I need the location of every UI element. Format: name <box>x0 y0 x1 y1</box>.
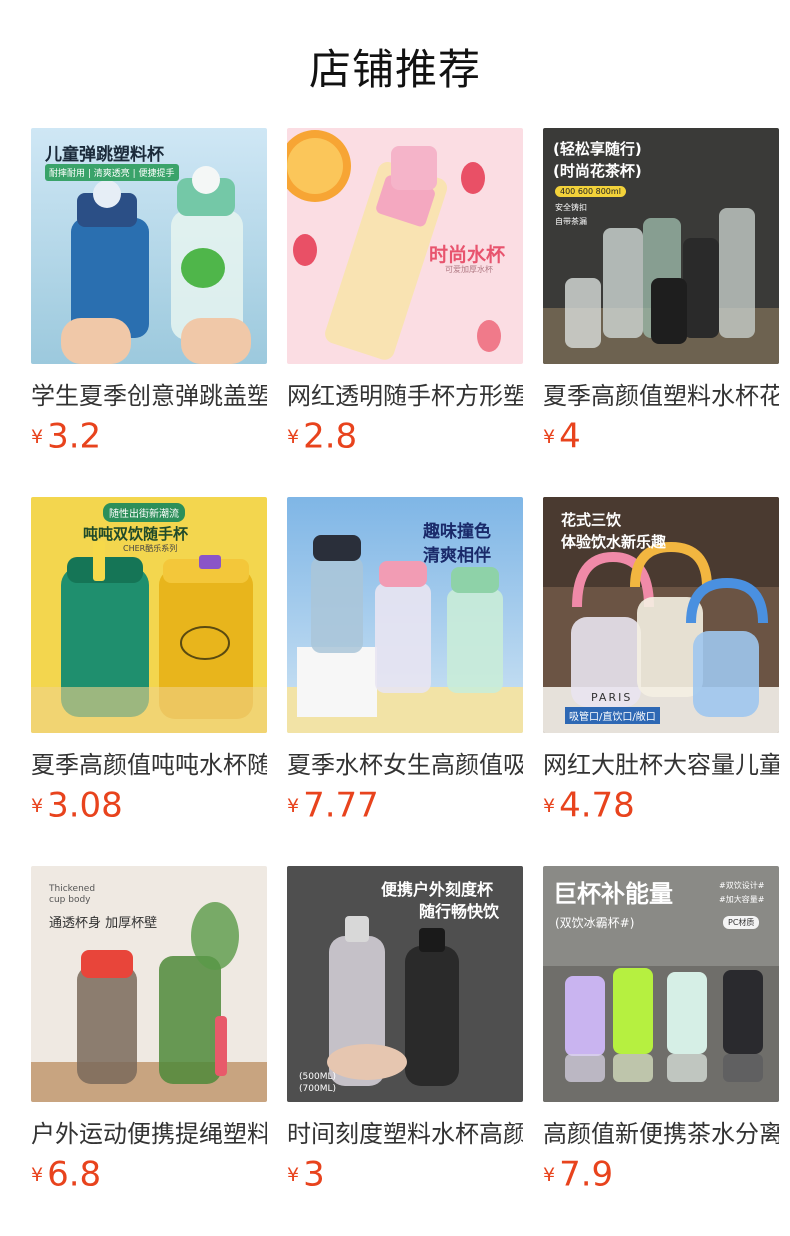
product-price: ¥6.8 <box>31 1154 267 1195</box>
currency-symbol: ¥ <box>543 425 556 448</box>
image-caption: (轻松享随行) <box>553 140 642 158</box>
product-card[interactable]: 儿童弹跳塑料杯 耐摔耐用 | 清爽透亮 | 便捷提手 学生夏季创意弹跳盖塑料杯 … <box>31 128 267 484</box>
material-badge: PC材质 <box>723 916 760 929</box>
product-name[interactable]: 时间刻度塑料水杯高颜值 <box>287 1116 523 1152</box>
price-value: 4.78 <box>559 785 635 826</box>
product-grid: 儿童弹跳塑料杯 耐摔耐用 | 清爽透亮 | 便捷提手 学生夏季创意弹跳盖塑料杯 … <box>31 128 779 1222</box>
product-name[interactable]: 夏季高颜值塑料水杯花茶杯 <box>543 378 779 414</box>
image-tagline: 可爱加厚水杯 <box>445 265 493 274</box>
image-caption-2: 随行畅快饮 <box>419 902 500 921</box>
currency-symbol: ¥ <box>287 425 300 448</box>
price-value: 3 <box>303 1154 325 1195</box>
product-price: ¥4.78 <box>543 785 779 826</box>
currency-symbol: ¥ <box>543 1163 556 1186</box>
product-name[interactable]: 夏季水杯女生高颜值吸管杯 <box>287 747 523 783</box>
image-caption: 通透杯身 加厚杯壁 <box>49 916 158 931</box>
image-caption: 趣味撞色 <box>423 522 491 542</box>
price-value: 4 <box>559 416 581 457</box>
product-image[interactable]: 儿童弹跳塑料杯 耐摔耐用 | 清爽透亮 | 便捷提手 <box>31 128 267 364</box>
product-price: ¥7.9 <box>543 1154 779 1195</box>
product-card[interactable]: 时尚水杯 可爱加厚水杯 网红透明随手杯方形塑料杯 ¥2.8 <box>287 128 523 484</box>
price-value: 7.77 <box>303 785 379 826</box>
product-image[interactable]: 便携户外刻度杯 随行畅快饮 (500ML) (700ML) <box>287 866 523 1102</box>
price-value: 3.2 <box>47 416 102 457</box>
brand-text: PARIS <box>591 691 633 704</box>
product-card[interactable]: 随性出街新潮流 吨吨双饮随手杯 CHER酷乐系列 夏季高颜值吨吨水杯随手杯 ¥3… <box>31 497 267 853</box>
image-subcaption: CHER酷乐系列 <box>123 544 178 553</box>
page-title: 店铺推荐 <box>308 45 481 94</box>
image-caption: 花式三饮 <box>561 511 622 529</box>
image-tag: #双饮设计# <box>719 881 765 890</box>
product-name[interactable]: 学生夏季创意弹跳盖塑料杯 <box>31 378 267 414</box>
image-caption: 儿童弹跳塑料杯 <box>45 145 164 165</box>
product-image[interactable]: 时尚水杯 可爱加厚水杯 <box>287 128 523 364</box>
capacity-label: (500ML) <box>299 1072 336 1082</box>
capacity-label: (700ML) <box>299 1084 336 1094</box>
product-price: ¥7.77 <box>287 785 523 826</box>
currency-symbol: ¥ <box>31 425 44 448</box>
image-subcaption: (双饮冰霸杯#) <box>555 916 635 930</box>
product-name[interactable]: 网红透明随手杯方形塑料杯 <box>287 378 523 414</box>
product-card[interactable]: 便携户外刻度杯 随行畅快饮 (500ML) (700ML) 时间刻度塑料水杯高颜… <box>287 866 523 1222</box>
image-tagline: 耐摔耐用 | 清爽透亮 | 便捷提手 <box>45 164 179 181</box>
image-tagline: 随性出街新潮流 <box>103 503 185 522</box>
currency-symbol: ¥ <box>543 794 556 817</box>
currency-symbol: ¥ <box>287 794 300 817</box>
image-caption: 便携户外刻度杯 <box>381 880 494 899</box>
product-price: ¥2.8 <box>287 416 523 457</box>
image-caption: 吨吨双饮随手杯 <box>83 525 189 543</box>
price-value: 3.08 <box>47 785 123 826</box>
image-caption: 时尚水杯 <box>429 244 506 266</box>
product-price: ¥3.2 <box>31 416 267 457</box>
product-card[interactable]: 花式三饮 体验饮水新乐趣 PARIS 吸管口/直饮口/敞口 网红大肚杯大容量儿童… <box>543 497 779 853</box>
currency-symbol: ¥ <box>287 1163 300 1186</box>
product-name[interactable]: 夏季高颜值吨吨水杯随手杯 <box>31 747 267 783</box>
product-price: ¥3.08 <box>31 785 267 826</box>
product-image[interactable]: 巨杯补能量 (双饮冰霸杯#) #双饮设计# #加大容量# PC材质 <box>543 866 779 1102</box>
product-name[interactable]: 网红大肚杯大容量儿童水杯 <box>543 747 779 783</box>
feature-item: 自带茶漏 <box>555 217 587 226</box>
image-subcaption-2: cup body <box>49 895 91 905</box>
capacity-badge: 400 600 800ml <box>555 186 626 197</box>
product-card[interactable]: Thickened cup body 通透杯身 加厚杯壁 户外运动便携提绳塑料水… <box>31 866 267 1222</box>
product-name[interactable]: 户外运动便携提绳塑料水杯 <box>31 1116 267 1152</box>
product-price: ¥4 <box>543 416 779 457</box>
image-subcaption: Thickened <box>49 884 96 894</box>
product-image[interactable]: Thickened cup body 通透杯身 加厚杯壁 <box>31 866 267 1102</box>
product-image[interactable]: 趣味撞色 清爽相伴 <box>287 497 523 733</box>
image-caption: 巨杯补能量 <box>553 880 673 908</box>
product-image[interactable]: 花式三饮 体验饮水新乐趣 PARIS 吸管口/直饮口/敞口 <box>543 497 779 733</box>
image-tagline: 吸管口/直饮口/敞口 <box>565 707 660 724</box>
image-caption-2: (时尚花茶杯) <box>553 162 642 180</box>
currency-symbol: ¥ <box>31 1163 44 1186</box>
image-tag: #加大容量# <box>719 895 765 904</box>
feature-item: 安全铸扣 <box>555 203 587 212</box>
price-value: 7.9 <box>559 1154 614 1195</box>
product-card[interactable]: (轻松享随行) (时尚花茶杯) 400 600 800ml 安全铸扣 自带茶漏 … <box>543 128 779 484</box>
image-caption-2: 清爽相伴 <box>423 546 491 566</box>
product-card[interactable]: 巨杯补能量 (双饮冰霸杯#) #双饮设计# #加大容量# PC材质 高颜值新便携… <box>543 866 779 1222</box>
product-name[interactable]: 高颜值新便携茶水分离杯 <box>543 1116 779 1152</box>
price-value: 6.8 <box>47 1154 102 1195</box>
product-price: ¥3 <box>287 1154 523 1195</box>
product-image[interactable]: 随性出街新潮流 吨吨双饮随手杯 CHER酷乐系列 <box>31 497 267 733</box>
image-caption-2: 体验饮水新乐趣 <box>561 533 667 551</box>
product-card[interactable]: 趣味撞色 清爽相伴 夏季水杯女生高颜值吸管杯 ¥7.77 <box>287 497 523 853</box>
price-value: 2.8 <box>303 416 358 457</box>
currency-symbol: ¥ <box>31 794 44 817</box>
product-image[interactable]: (轻松享随行) (时尚花茶杯) 400 600 800ml 安全铸扣 自带茶漏 <box>543 128 779 364</box>
